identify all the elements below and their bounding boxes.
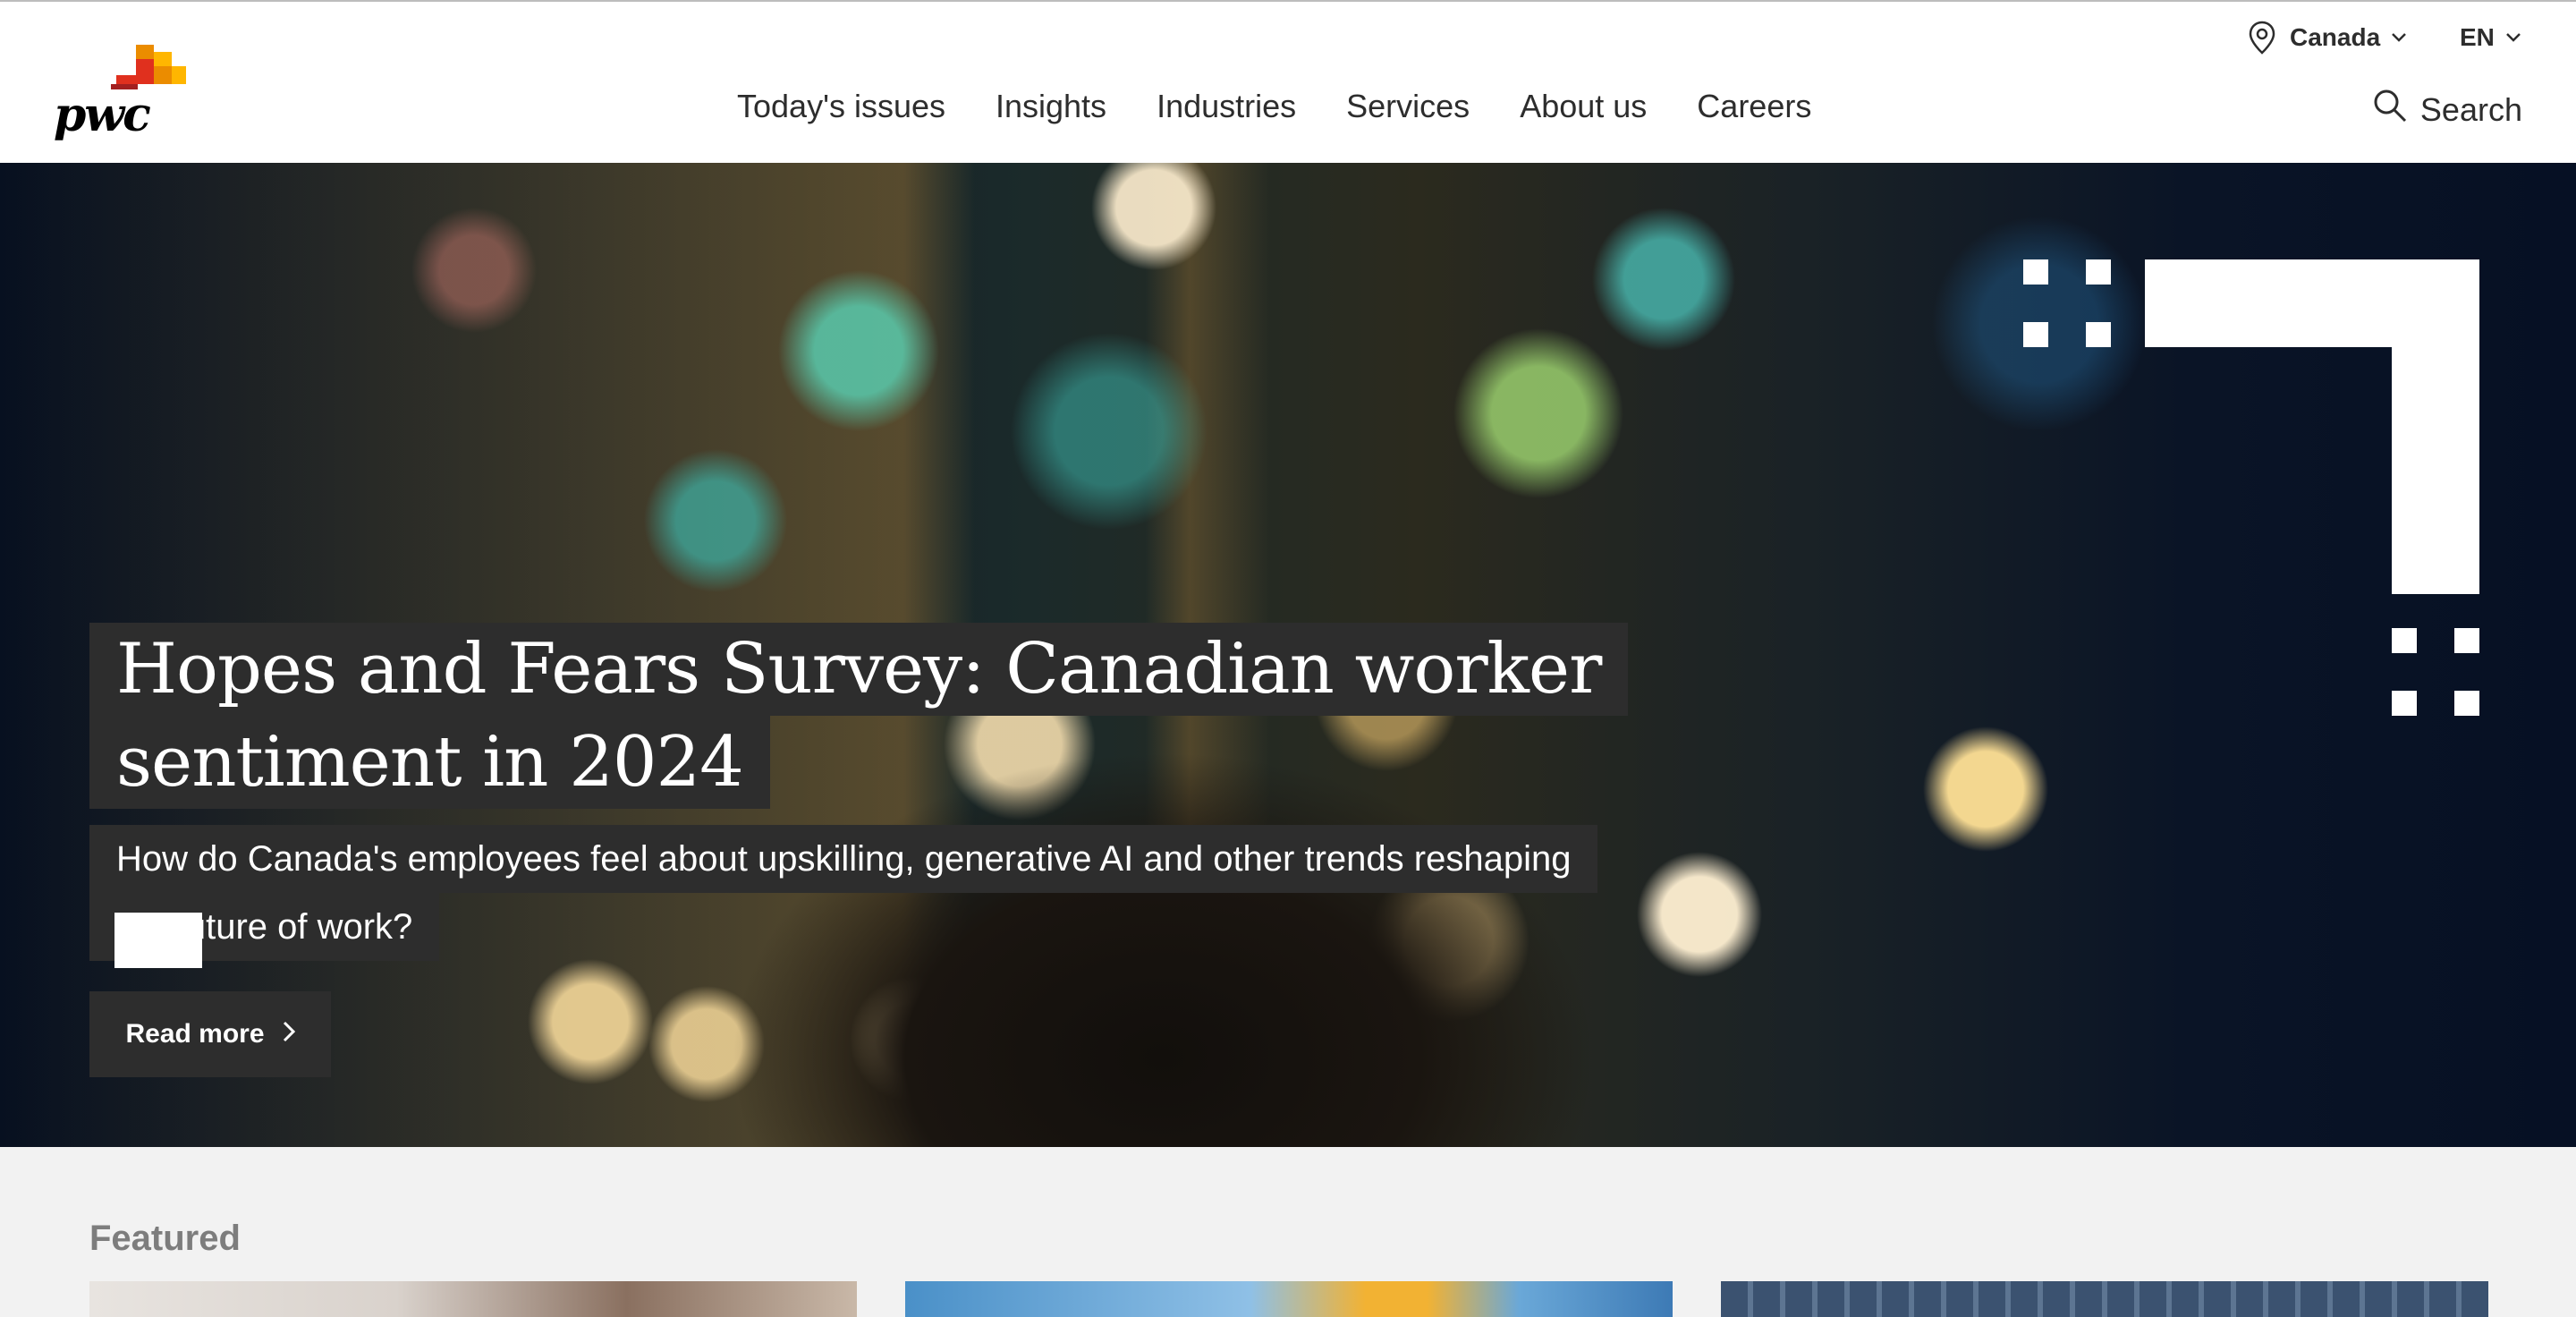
logo-wordmark: pwc	[54, 88, 151, 142]
site-header: pwc Canada EN Today's issues Insights In…	[0, 0, 2576, 163]
decorative-square	[2454, 628, 2479, 653]
search-label: Search	[2419, 90, 2522, 128]
chevron-right-icon	[283, 1019, 295, 1049]
read-more-label: Read more	[125, 1019, 265, 1049]
decorative-square	[2023, 322, 2048, 347]
location-pin-icon	[2247, 20, 2277, 55]
chevron-down-icon	[2505, 32, 2521, 43]
decorative-square	[2086, 322, 2111, 347]
nav-insights[interactable]: Insights	[996, 88, 1131, 125]
decorative-square	[2454, 691, 2479, 716]
featured-card-image[interactable]	[905, 1281, 1673, 1317]
language-label: EN	[2460, 23, 2495, 51]
language-selector[interactable]: EN	[2460, 18, 2521, 57]
carousel-control[interactable]	[114, 913, 202, 968]
search-button[interactable]: Search	[2372, 88, 2522, 132]
search-icon	[2372, 88, 2408, 132]
featured-card-image[interactable]	[1721, 1281, 2488, 1317]
featured-heading: Featured	[89, 1219, 241, 1258]
pwc-logo[interactable]: pwc	[52, 41, 186, 149]
decorative-square	[2392, 691, 2417, 716]
location-label: Canada	[2290, 23, 2381, 51]
decorative-bracket-side	[2392, 259, 2479, 594]
hero-subtitle-line-1: How do Canada's employees feel about ups…	[89, 825, 1598, 893]
featured-card-image[interactable]	[89, 1281, 857, 1317]
hero-title-line-2: sentiment in 2024	[89, 716, 770, 809]
nav-todays-issues[interactable]: Today's issues	[737, 88, 970, 125]
main-nav: Today's issues Insights Industries Servi…	[737, 88, 1811, 125]
chevron-down-icon	[2391, 32, 2407, 43]
nav-industries[interactable]: Industries	[1157, 88, 1321, 125]
nav-about-us[interactable]: About us	[1520, 88, 1672, 125]
decorative-square	[2086, 259, 2111, 285]
decorative-square	[2023, 259, 2048, 285]
read-more-button[interactable]: Read more	[89, 991, 331, 1077]
decorative-square	[2392, 628, 2417, 653]
nav-careers[interactable]: Careers	[1697, 88, 1811, 125]
location-selector[interactable]: Canada	[2247, 18, 2407, 57]
hero-banner: Hopes and Fears Survey: Canadian worker …	[0, 163, 2576, 1147]
hero-title-line-1: Hopes and Fears Survey: Canadian worker	[89, 623, 1629, 716]
nav-services[interactable]: Services	[1346, 88, 1495, 125]
